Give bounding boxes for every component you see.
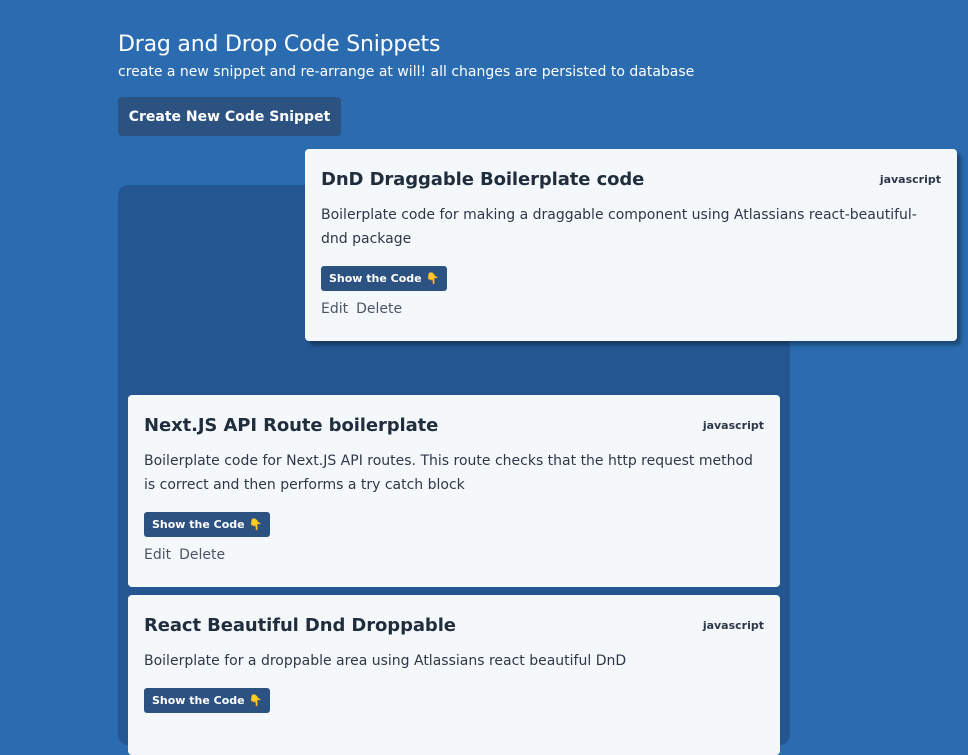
delete-link[interactable]: Delete — [179, 547, 225, 563]
edit-link[interactable]: Edit — [321, 301, 348, 317]
snippet-title: DnD Draggable Boilerplate code — [321, 169, 645, 190]
snippet-description: Boilerplate code for Next.JS API routes.… — [144, 453, 753, 493]
show-code-label: Show the Code — [329, 272, 422, 285]
page-subtitle: create a new snippet and re-arrange at w… — [118, 64, 695, 80]
delete-link[interactable]: Delete — [356, 301, 402, 317]
snippet-card[interactable]: Next.JS API Route boilerplate javascript… — [128, 395, 780, 587]
show-code-button[interactable]: Show the Code 👇 — [144, 688, 271, 713]
snippet-title: Next.JS API Route boilerplate — [144, 415, 439, 436]
language-badge: javascript — [702, 619, 764, 632]
snippet-title: React Beautiful Dnd Droppable — [144, 615, 456, 636]
edit-link[interactable]: Edit — [144, 547, 171, 563]
snippet-card-dragging[interactable]: DnD Draggable Boilerplate code javascrip… — [305, 149, 957, 341]
pointing-down-icon: 👇 — [248, 694, 263, 707]
language-badge: javascript — [879, 173, 941, 186]
show-code-button[interactable]: Show the Code 👇 — [321, 266, 448, 291]
show-code-label: Show the Code — [152, 518, 245, 531]
pointing-down-icon: 👇 — [248, 518, 263, 531]
show-code-button[interactable]: Show the Code 👇 — [144, 512, 271, 537]
page-header: Drag and Drop Code Snippets create a new… — [118, 30, 694, 84]
page-title: Drag and Drop Code Snippets — [118, 32, 441, 57]
language-badge: javascript — [702, 419, 764, 432]
pointing-down-icon: 👇 — [425, 272, 440, 285]
snippet-description: Boilerplate for a droppable area using A… — [144, 653, 627, 669]
snippet-card[interactable]: React Beautiful Dnd Droppable javascript… — [128, 595, 780, 755]
snippet-description: Boilerplate code for making a draggable … — [321, 207, 917, 247]
create-snippet-button[interactable]: Create New Code Snippet — [118, 97, 341, 136]
show-code-label: Show the Code — [152, 694, 245, 707]
